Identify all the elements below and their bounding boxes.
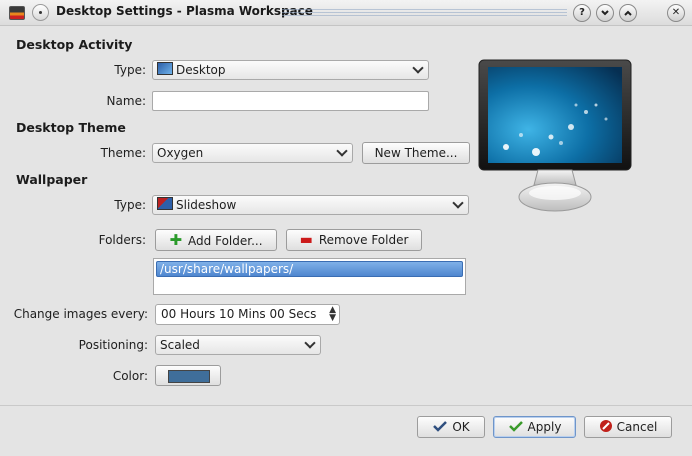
chevron-up-icon bbox=[624, 10, 632, 16]
activity-type-label: Type: bbox=[114, 63, 146, 77]
help-button[interactable]: ? bbox=[573, 4, 591, 22]
plus-icon: ✚ bbox=[169, 231, 183, 249]
title-bar[interactable]: Desktop Settings - Plasma Workspace ? ✕ bbox=[0, 0, 692, 26]
activity-type-combo[interactable]: Desktop bbox=[152, 60, 429, 80]
positioning-combo[interactable]: Scaled bbox=[155, 335, 321, 355]
chevron-down-icon bbox=[304, 337, 316, 349]
change-interval-value: 00 Hours 10 Mins 00 Secs bbox=[161, 307, 317, 321]
remove-folder-label: Remove Folder bbox=[318, 233, 409, 247]
wallpaper-type-label: Type: bbox=[114, 198, 146, 212]
desktop-icon bbox=[157, 62, 173, 75]
theme-label: Theme: bbox=[100, 146, 146, 160]
spin-arrows-icon[interactable]: ▲ ▼ bbox=[329, 306, 336, 323]
wallpaper-preview bbox=[478, 59, 632, 212]
add-folder-label: Add Folder... bbox=[188, 234, 263, 248]
wallpaper-heading: Wallpaper bbox=[16, 172, 88, 187]
folders-label: Folders: bbox=[98, 233, 146, 247]
chevron-down-icon bbox=[412, 62, 424, 74]
minimize-button[interactable] bbox=[596, 4, 614, 22]
add-folder-button[interactable]: ✚ Add Folder... bbox=[155, 229, 277, 251]
button-separator bbox=[0, 405, 692, 406]
cancel-icon bbox=[599, 420, 612, 432]
activity-type-value: Desktop bbox=[176, 63, 226, 77]
minus-icon: ▬ bbox=[299, 232, 313, 248]
folders-list[interactable]: /usr/share/wallpapers/ bbox=[153, 258, 466, 295]
title-decoration bbox=[282, 9, 567, 17]
desktop-activity-heading: Desktop Activity bbox=[16, 37, 133, 52]
positioning-label: Positioning: bbox=[78, 338, 148, 352]
list-item[interactable]: /usr/share/wallpapers/ bbox=[156, 261, 463, 277]
apply-button[interactable]: Apply bbox=[493, 416, 576, 438]
change-images-label: Change images every: bbox=[13, 307, 148, 321]
theme-combo[interactable]: Oxygen bbox=[152, 143, 353, 163]
new-theme-button[interactable]: New Theme... bbox=[362, 142, 470, 164]
chevron-down-icon bbox=[336, 145, 348, 157]
remove-folder-button[interactable]: ▬ Remove Folder bbox=[286, 229, 422, 251]
check-icon bbox=[433, 421, 448, 432]
wallpaper-type-value: Slideshow bbox=[176, 198, 237, 212]
ok-label: OK bbox=[452, 420, 470, 434]
cancel-button[interactable]: Cancel bbox=[584, 416, 672, 438]
theme-value: Oxygen bbox=[157, 146, 204, 160]
window-menu-button[interactable] bbox=[32, 4, 49, 21]
activity-name-field[interactable] bbox=[152, 91, 429, 111]
chevron-down-icon bbox=[601, 10, 609, 16]
chevron-down-icon bbox=[452, 197, 464, 209]
close-button[interactable]: ✕ bbox=[667, 4, 685, 22]
apply-label: Apply bbox=[527, 420, 562, 434]
color-label: Color: bbox=[112, 369, 148, 383]
desktop-theme-heading: Desktop Theme bbox=[16, 120, 126, 135]
window-title: Desktop Settings - Plasma Workspace bbox=[56, 4, 313, 18]
maximize-button[interactable] bbox=[619, 4, 637, 22]
color-button[interactable] bbox=[155, 365, 221, 386]
ok-button[interactable]: OK bbox=[417, 416, 485, 438]
check-icon bbox=[508, 421, 523, 432]
positioning-value: Scaled bbox=[160, 338, 200, 352]
color-swatch bbox=[168, 370, 210, 383]
wallpaper-type-combo[interactable]: Slideshow bbox=[152, 195, 469, 215]
activity-name-label: Name: bbox=[106, 94, 146, 108]
app-icon bbox=[9, 6, 25, 20]
slideshow-icon bbox=[157, 197, 173, 210]
cancel-label: Cancel bbox=[616, 420, 658, 434]
change-interval-spinbox[interactable]: 00 Hours 10 Mins 00 Secs ▲ ▼ bbox=[155, 304, 340, 325]
